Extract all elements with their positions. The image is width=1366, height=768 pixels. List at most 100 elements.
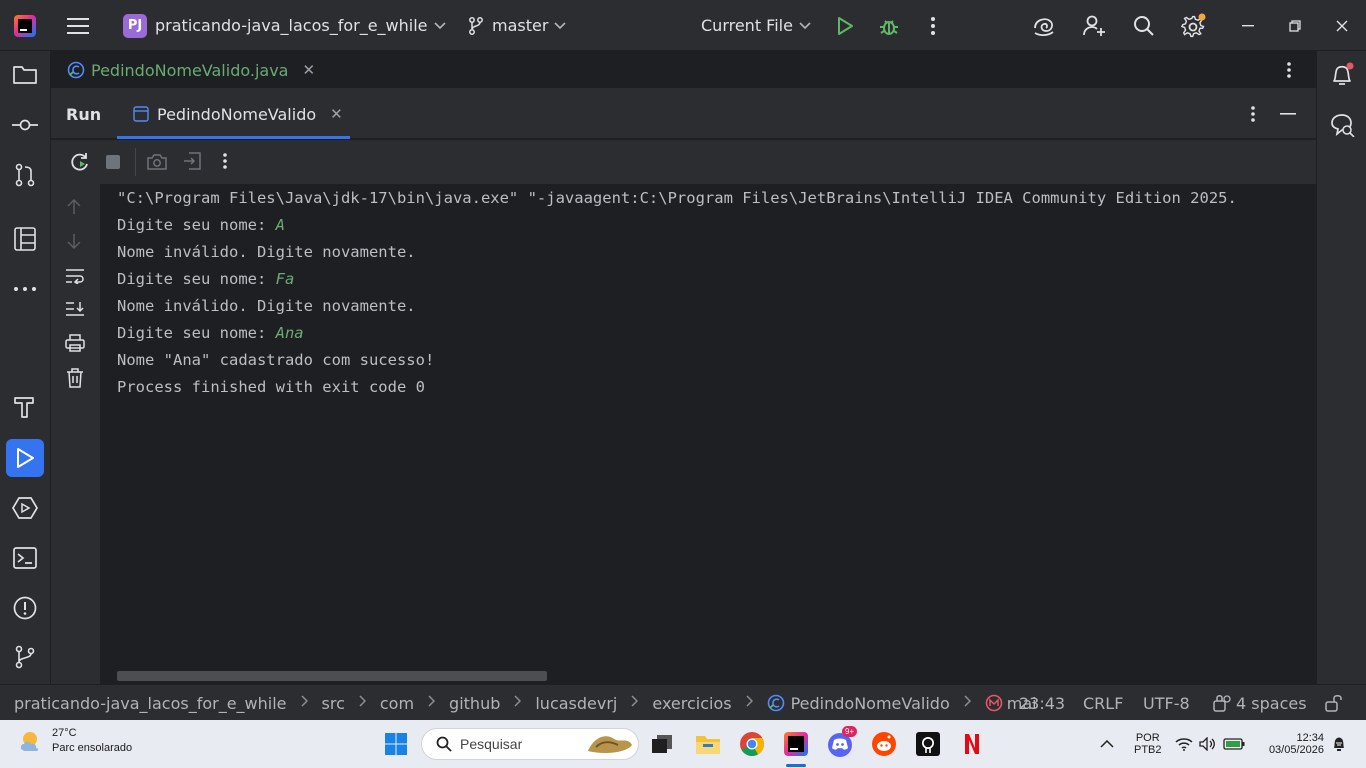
console-line: Nome "Ana" cadastrado com sucesso! — [117, 351, 434, 369]
print-icon[interactable] — [65, 334, 85, 356]
show-hidden-icons[interactable] — [1100, 720, 1114, 768]
console-line: "C:\Program Files\Java\jdk-17\bin\java.e… — [117, 189, 1237, 207]
battery-icon[interactable] — [1223, 720, 1245, 768]
stop-icon[interactable] — [105, 154, 121, 174]
editor-tab-pedindonomevalido[interactable]: PedindoNomeValido.java ✕ — [67, 51, 315, 89]
notification-center-icon[interactable] — [1332, 720, 1346, 768]
rerun-icon[interactable] — [70, 152, 90, 176]
netflix-icon[interactable] — [956, 728, 988, 760]
wifi-icon[interactable] — [1175, 720, 1193, 768]
close-window-icon[interactable] — [1334, 0, 1350, 51]
search-highlight-image-icon — [584, 731, 634, 757]
console-text: Process finished with exit code 0 — [117, 378, 425, 396]
breadcrumb-item[interactable]: PedindoNomeValido — [767, 694, 950, 713]
console-output[interactable]: "C:\Program Files\Java\jdk-17\bin\java.e… — [100, 184, 1316, 684]
terminal-icon[interactable] — [6, 539, 44, 577]
breadcrumb-item[interactable]: com — [380, 694, 414, 713]
weather-widget[interactable]: 27°C Parc ensolarado — [18, 726, 132, 756]
breadcrumb-item[interactable]: github — [449, 694, 500, 713]
run-window-title: Run — [66, 104, 102, 124]
editor-tabs-more-icon[interactable] — [1287, 51, 1291, 89]
breadcrumb-item[interactable]: lucasdevrj — [535, 694, 617, 713]
search-icon — [436, 736, 452, 752]
discord-icon[interactable]: 9+ — [824, 726, 858, 760]
ai-assistant-icon[interactable] — [1031, 0, 1057, 51]
file-explorer-icon[interactable] — [692, 728, 724, 760]
read-only-lock-icon[interactable] — [1325, 685, 1343, 721]
intellij-logo-icon[interactable] — [14, 0, 38, 51]
add-user-icon[interactable] — [1081, 0, 1107, 51]
run-config-selector[interactable]: Current File — [701, 0, 811, 51]
branch-icon — [468, 16, 484, 35]
close-tab-icon[interactable]: ✕ — [330, 105, 343, 123]
main-menu-icon[interactable] — [66, 0, 90, 51]
indent-settings[interactable]: 4 spaces — [1213, 685, 1307, 721]
run-tab-pedindonomevalido[interactable]: PedindoNomeValido ✕ — [117, 89, 350, 139]
close-tab-icon[interactable]: ✕ — [302, 61, 315, 79]
chrome-icon[interactable] — [736, 728, 768, 760]
horizontal-scrollbar[interactable] — [117, 671, 547, 681]
left-tool-strip — [0, 51, 51, 684]
clock[interactable]: 12:34 03/05/2026 — [1262, 720, 1324, 768]
notifications-bell-icon[interactable] — [1323, 56, 1361, 94]
breadcrumb-item[interactable]: src — [322, 694, 345, 713]
debug-icon[interactable] — [877, 0, 901, 51]
keyboard-layout: PTB2 — [1134, 744, 1162, 756]
indent-lock-icon — [1213, 694, 1231, 712]
java-class-icon — [67, 61, 85, 79]
task-view-icon[interactable] — [646, 728, 678, 760]
windows-start-icon[interactable] — [380, 728, 412, 760]
branch-name: master — [492, 16, 549, 35]
commit-icon[interactable] — [6, 106, 44, 144]
chevron-down-icon — [433, 19, 446, 33]
minimize-window-icon[interactable] — [1240, 0, 1256, 51]
pull-requests-icon[interactable] — [6, 156, 44, 194]
services-icon[interactable] — [6, 489, 44, 527]
console-line: Nome inválido. Digite novamente. — [117, 243, 416, 261]
more-tool-windows-icon[interactable] — [6, 270, 44, 308]
reddit-icon[interactable] — [868, 728, 900, 760]
restore-window-icon[interactable] — [1287, 0, 1303, 51]
structure-icon[interactable] — [6, 220, 44, 258]
console-window-icon — [133, 106, 149, 122]
caret-position[interactable]: 23:43 — [1019, 685, 1065, 721]
settings-gear-icon[interactable] — [1181, 0, 1207, 51]
project-folder-icon[interactable] — [6, 56, 44, 94]
git-icon[interactable] — [6, 638, 44, 676]
search-icon[interactable] — [1132, 0, 1156, 51]
editor-tab-label: PedindoNomeValido.java — [91, 60, 289, 80]
line-separator[interactable]: CRLF — [1083, 685, 1123, 721]
github-icon[interactable] — [912, 728, 944, 760]
hide-window-icon[interactable] — [1280, 89, 1296, 139]
console-text: Digite seu nome: — [117, 216, 276, 234]
build-hammer-icon[interactable] — [6, 388, 44, 426]
console-text: Nome inválido. Digite novamente. — [117, 297, 416, 315]
breadcrumb-item[interactable]: exercicios — [652, 694, 731, 713]
arrow-down-icon[interactable] — [67, 233, 81, 253]
problems-icon[interactable] — [6, 589, 44, 627]
weather-description: Parc ensolarado — [52, 742, 133, 754]
arrow-up-icon[interactable] — [67, 198, 81, 219]
camera-snapshot-icon[interactable] — [147, 153, 167, 175]
intellij-taskbar-icon[interactable] — [780, 728, 812, 760]
exit-import-icon[interactable] — [183, 152, 201, 174]
file-encoding[interactable]: UTF-8 — [1143, 685, 1190, 721]
vcs-branch-selector[interactable]: master — [468, 0, 566, 51]
soft-wrap-icon[interactable] — [65, 268, 85, 288]
console-text: "C:\Program Files\Java\jdk-17\bin\java.e… — [117, 189, 1237, 207]
taskbar-search[interactable]: Pesquisar — [421, 728, 639, 760]
ai-chat-icon[interactable] — [1323, 106, 1361, 144]
project-selector[interactable]: PJ praticando-java_lacos_for_e_while — [123, 0, 446, 51]
toolbar-more-icon[interactable] — [223, 153, 227, 173]
clear-trash-icon[interactable] — [66, 368, 84, 392]
run-tool-window-icon[interactable] — [6, 439, 44, 477]
console-line: Digite seu nome: A — [117, 216, 285, 234]
run-window-options-icon[interactable] — [1251, 89, 1255, 139]
breadcrumb-item[interactable]: praticando-java_lacos_for_e_while — [14, 694, 287, 713]
project-badge: PJ — [123, 13, 147, 38]
input-language[interactable]: POR PTB2 — [1134, 720, 1162, 768]
scroll-to-end-icon[interactable] — [65, 301, 85, 323]
volume-icon[interactable] — [1199, 720, 1217, 768]
more-actions-icon[interactable] — [924, 0, 942, 51]
run-icon[interactable] — [834, 0, 856, 51]
